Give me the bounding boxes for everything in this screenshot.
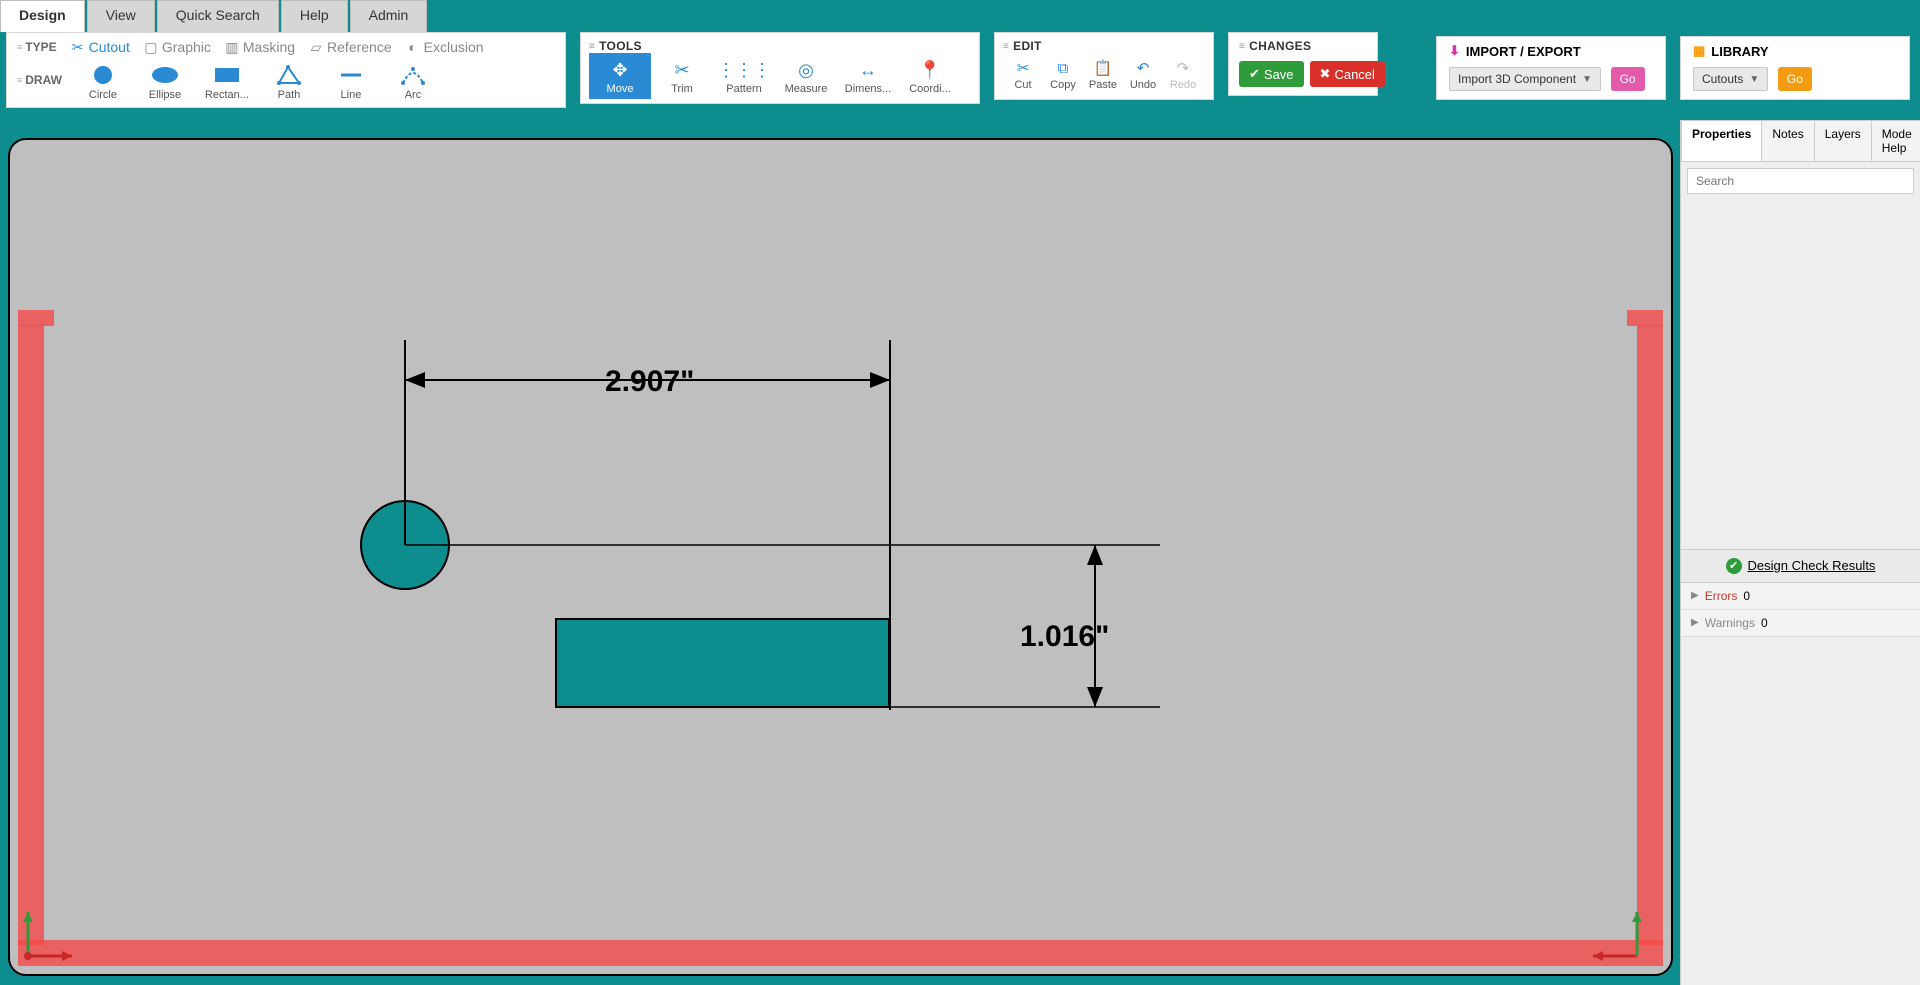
dimension-overlay — [10, 140, 1671, 974]
pattern-icon: ⋮⋮⋮ — [713, 57, 775, 83]
draw-ellipse[interactable]: Ellipse — [134, 59, 196, 103]
library-label: LIBRARY — [1711, 44, 1768, 59]
mask-icon: ▥ — [225, 40, 239, 54]
type-graphic[interactable]: ▢Graphic — [144, 39, 211, 55]
library-go-button[interactable]: Go — [1778, 67, 1812, 91]
tool-pattern[interactable]: ⋮⋮⋮Pattern — [713, 53, 775, 99]
move-icon: ✥ — [589, 57, 651, 83]
draw-label: ≡DRAW — [17, 59, 62, 87]
tool-coordinates[interactable]: 📍Coordi... — [899, 53, 961, 99]
library-panel: ▦ LIBRARY Cutouts▼ Go — [1680, 36, 1910, 100]
tab-design[interactable]: Design — [0, 0, 85, 32]
edit-copy[interactable]: ⧉Copy — [1043, 53, 1083, 95]
dimension-vertical-label: 1.016" — [1020, 620, 1109, 654]
tab-quick-search[interactable]: Quick Search — [157, 0, 279, 32]
edge-band-top-left — [18, 310, 54, 326]
changes-panel: ≡CHANGES ✔Save ✖Cancel — [1228, 32, 1378, 96]
tab-help[interactable]: Help — [281, 0, 348, 32]
edit-undo[interactable]: ↶Undo — [1123, 53, 1163, 95]
tool-measure[interactable]: ◎Measure — [775, 53, 837, 99]
import-export-panel: ⬇ IMPORT / EXPORT Import 3D Component▼ Go — [1436, 36, 1666, 100]
main-tabbar: Design View Quick Search Help Admin — [0, 0, 429, 32]
edge-band-left — [18, 325, 44, 945]
measure-icon: ◎ — [775, 57, 837, 83]
triangle-right-icon: ▶ — [1691, 590, 1699, 601]
side-tabs: Properties Notes Layers Mode Help — [1681, 120, 1920, 162]
grid-icon: ▦ — [1693, 43, 1705, 59]
design-canvas[interactable]: 2.907" 1.016" — [8, 138, 1673, 976]
tools-panel: ≡TOOLS ✥Move ✂Trim ⋮⋮⋮Pattern ◎Measure ↔… — [580, 32, 980, 104]
tab-admin[interactable]: Admin — [350, 0, 428, 32]
edit-paste[interactable]: 📋Paste — [1083, 53, 1123, 95]
trim-icon: ✂ — [651, 57, 713, 83]
dcr-warnings-row[interactable]: ▶ Warnings 0 — [1681, 610, 1920, 637]
side-tab-notes[interactable]: Notes — [1761, 120, 1814, 162]
import-combo[interactable]: Import 3D Component▼ — [1449, 67, 1601, 91]
draw-path[interactable]: Path — [258, 59, 320, 103]
triangle-right-icon: ▶ — [1691, 617, 1699, 628]
import-go-button[interactable]: Go — [1611, 67, 1645, 91]
pin-icon: 📍 — [899, 57, 961, 83]
cancel-button[interactable]: ✖Cancel — [1310, 61, 1385, 87]
image-icon: ▢ — [144, 40, 158, 54]
paste-icon: 📋 — [1083, 57, 1123, 79]
undo-icon: ↶ — [1123, 57, 1163, 79]
tool-trim[interactable]: ✂Trim — [651, 53, 713, 99]
properties-search-input[interactable] — [1687, 168, 1914, 194]
download-icon: ⬇ — [1449, 43, 1460, 59]
side-tab-mode-help[interactable]: Mode Help — [1871, 120, 1920, 162]
edit-panel: ≡EDIT ✂Cut ⧉Copy 📋Paste ↶Undo ↷Redo — [994, 32, 1214, 100]
check-icon: ✔ — [1249, 66, 1260, 82]
check-circle-icon: ✔ — [1726, 558, 1742, 574]
edge-band-top-right — [1627, 310, 1663, 326]
tab-view[interactable]: View — [87, 0, 155, 32]
side-tab-properties[interactable]: Properties — [1681, 120, 1762, 162]
reference-icon: ▱ — [309, 40, 323, 54]
draw-line[interactable]: Line — [320, 59, 382, 103]
edit-label: ≡EDIT — [1003, 39, 1205, 53]
library-combo[interactable]: Cutouts▼ — [1693, 67, 1768, 91]
shape-circle[interactable] — [360, 500, 450, 590]
tools-label: ≡TOOLS — [589, 39, 971, 53]
caret-down-icon: ▼ — [1749, 74, 1759, 85]
type-exclusion[interactable]: ◐Exclusion — [406, 39, 484, 55]
type-reference[interactable]: ▱Reference — [309, 39, 392, 55]
type-masking[interactable]: ▥Masking — [225, 39, 295, 55]
edit-redo[interactable]: ↷Redo — [1163, 53, 1203, 95]
cut-icon: ✂ — [1003, 57, 1043, 79]
caret-down-icon: ▼ — [1582, 74, 1592, 85]
tool-dimension[interactable]: ↔Dimens... — [837, 53, 899, 99]
save-button[interactable]: ✔Save — [1239, 61, 1304, 87]
exclusion-icon: ◐ — [406, 40, 420, 54]
edge-band-bottom — [18, 940, 1663, 966]
draw-arc[interactable]: Arc — [382, 59, 444, 103]
tool-move[interactable]: ✥Move — [589, 53, 651, 99]
x-icon: ✖ — [1320, 66, 1331, 82]
shape-rectangle[interactable] — [555, 618, 890, 708]
draw-rectangle[interactable]: Rectan... — [196, 59, 258, 103]
scissors-icon: ✂ — [71, 40, 85, 54]
dimension-icon: ↔ — [837, 57, 899, 83]
dimension-horizontal-label: 2.907" — [605, 365, 694, 399]
draw-circle[interactable]: Circle — [72, 59, 134, 103]
type-label: ≡TYPE — [17, 40, 57, 54]
side-panel: Properties Notes Layers Mode Help ✔ Desi… — [1680, 120, 1920, 985]
dcr-errors-row[interactable]: ▶ Errors 0 — [1681, 583, 1920, 610]
right-top-panels: ⬇ IMPORT / EXPORT Import 3D Component▼ Go… — [1436, 36, 1910, 100]
import-export-label: IMPORT / EXPORT — [1466, 44, 1581, 59]
redo-icon: ↷ — [1163, 57, 1203, 79]
changes-label: ≡CHANGES — [1239, 39, 1367, 53]
type-draw-panel: ≡TYPE ✂Cutout ▢Graphic ▥Masking ▱Referen… — [6, 32, 566, 108]
type-cutout[interactable]: ✂Cutout — [71, 39, 130, 55]
side-tab-layers[interactable]: Layers — [1814, 120, 1872, 162]
copy-icon: ⧉ — [1043, 57, 1083, 79]
edit-cut[interactable]: ✂Cut — [1003, 53, 1043, 95]
design-check-results-header[interactable]: ✔ Design Check Results — [1681, 549, 1920, 583]
edge-band-right — [1637, 325, 1663, 945]
properties-body — [1681, 200, 1920, 549]
